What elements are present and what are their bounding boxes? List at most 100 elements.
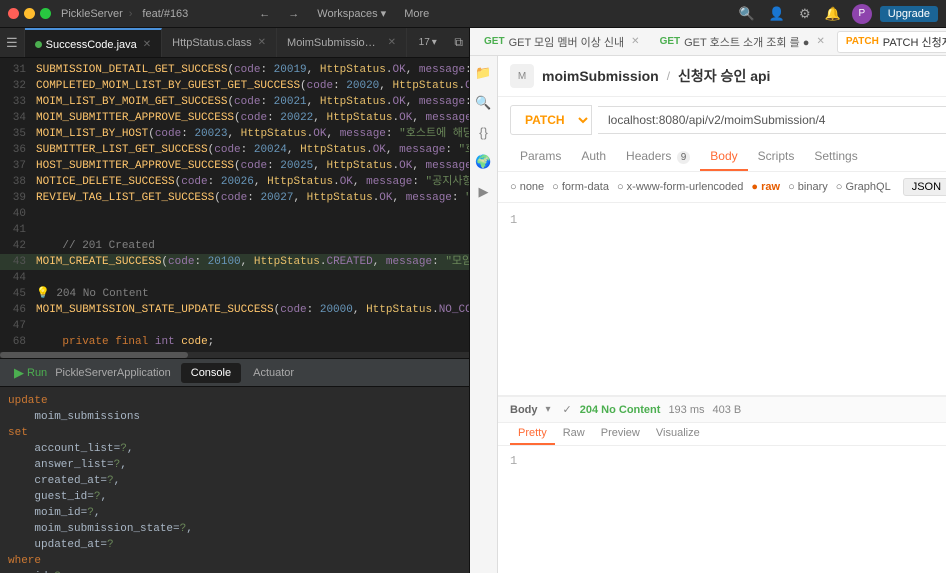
body-raw-option[interactable]: ● raw	[751, 181, 780, 193]
minimize-window-icon[interactable]	[24, 8, 35, 19]
body-format-select[interactable]: JSON	[903, 178, 946, 196]
request-title-area: M moimSubmission / 신청자 승인 api	[510, 64, 770, 88]
code-line: 31 SUBMISSION_DETAIL_GET_SUCCESS(code: 2…	[0, 62, 469, 78]
method-select[interactable]: PATCH	[510, 105, 592, 135]
back-button[interactable]: ←	[254, 6, 275, 22]
resp-tab-preview[interactable]: Preview	[593, 423, 648, 445]
split-editor-icon[interactable]: ⧉	[454, 35, 463, 50]
body-form-data-option[interactable]: ○ form-data	[552, 181, 609, 193]
resp-tab-pretty[interactable]: Pretty	[510, 423, 555, 445]
code-line: 41	[0, 222, 469, 238]
request-name: 신청자 승인 api	[678, 66, 770, 86]
tab-close-icon[interactable]: ✕	[388, 37, 396, 48]
url-input[interactable]	[598, 106, 946, 134]
pm-tab-patch[interactable]: PATCH PATCH 신청자 승인 ● ✕	[837, 31, 946, 53]
run-button[interactable]: ▶ Run	[8, 365, 53, 381]
tab-success-code[interactable]: SuccessCode.java ✕	[25, 28, 163, 57]
sql-line: set	[8, 425, 461, 441]
body-options: ○ none ○ form-data ○ x-www-form-urlencod…	[498, 172, 946, 203]
tab-http-status[interactable]: HttpStatus.class ✕	[162, 28, 277, 57]
bottom-panel: ▶ Run PickleServerApplication Console Ac…	[0, 358, 469, 573]
tab-actuator[interactable]: Actuator	[243, 363, 304, 383]
tab-params[interactable]: Params	[510, 143, 571, 171]
tab-close-icon[interactable]: ✕	[816, 36, 824, 47]
close-window-icon[interactable]	[8, 8, 19, 19]
ide-tab-bar: ☰ SuccessCode.java ✕ HttpStatus.class ✕ …	[0, 28, 469, 58]
more-tabs-button[interactable]: 17 ▾	[411, 28, 445, 57]
user-icon[interactable]: 👤	[766, 6, 788, 22]
more-button[interactable]: More	[399, 6, 434, 22]
sql-line: id=?	[8, 569, 461, 573]
url-bar: PATCH Send ▾	[510, 105, 946, 135]
response-check-icon: ✓	[563, 403, 572, 416]
postman-area: GET GET 모임 멤버 이상 신내 ✕ GET GET 호스트 소개 조회 …	[470, 28, 946, 573]
sql-line: update	[8, 393, 461, 409]
resp-tab-visualize[interactable]: Visualize	[648, 423, 708, 445]
ide-sidebar-toggle[interactable]: ☰	[0, 28, 25, 57]
resp-tab-raw[interactable]: Raw	[555, 423, 593, 445]
tab-headers[interactable]: Headers 9	[616, 143, 700, 171]
tab-close-icon[interactable]: ✕	[631, 36, 639, 47]
sql-line: updated_at=?	[8, 537, 461, 553]
file-modified-indicator	[35, 41, 42, 48]
status-badge: 204 No Content	[580, 404, 661, 416]
search-icon[interactable]: 🔍	[472, 92, 494, 114]
runner-icon[interactable]: ▶	[476, 181, 492, 203]
sql-line: answer_list=?,	[8, 457, 461, 473]
response-size: 403 B	[713, 404, 742, 416]
collection-icon[interactable]: 📁	[472, 62, 494, 84]
tab-body[interactable]: Body	[700, 143, 747, 171]
maximize-window-icon[interactable]	[40, 8, 51, 19]
pm-tab-get1[interactable]: GET GET 모임 멤버 이상 신내 ✕	[476, 32, 648, 52]
tab-console[interactable]: Console	[181, 363, 241, 383]
bell-icon[interactable]: 🔔	[822, 6, 844, 22]
body-graphql-option[interactable]: ○ GraphQL	[836, 181, 891, 193]
tab-close-icon[interactable]: ✕	[143, 39, 151, 50]
sql-line: where	[8, 553, 461, 569]
code-line: 37 HOST_SUBMITTER_APPROVE_SUCCESS(code: …	[0, 158, 469, 174]
branch-name: feat/#163	[142, 8, 188, 20]
console-output: update moim_submissions set account_list…	[0, 387, 469, 573]
code-line: 40	[0, 206, 469, 222]
tab-close-icon[interactable]: ✕	[258, 37, 266, 48]
sql-line: moim_submission_state=?,	[8, 521, 461, 537]
response-arrow: ▾	[546, 404, 551, 415]
bottom-tab-bar: ▶ Run PickleServerApplication Console Ac…	[0, 359, 469, 387]
code-line: 44	[0, 270, 469, 286]
horizontal-scrollbar[interactable]	[0, 352, 469, 358]
request-body-editor[interactable]: 1	[498, 203, 946, 396]
response-line-number: 1	[510, 454, 530, 468]
settings-icon[interactable]: ⚙	[796, 6, 814, 22]
response-area: Body ▾ ✓ 204 No Content 193 ms 403 B 💾 S…	[498, 396, 946, 573]
tab-settings[interactable]: Settings	[804, 143, 867, 171]
request-tabs: Params Auth Headers 9 Body Scripts Setti…	[498, 143, 946, 172]
tab-moim-service[interactable]: MoimSubmissionCommandServic... ✕	[277, 28, 407, 57]
code-line: 39 REVIEW_TAG_LIST_GET_SUCCESS(code: 200…	[0, 190, 469, 206]
upgrade-button[interactable]: Upgrade	[880, 6, 938, 22]
avatar-icon[interactable]: P	[852, 4, 872, 24]
body-none-option[interactable]: ○ none	[510, 181, 544, 193]
body-binary-option[interactable]: ○ binary	[788, 181, 828, 193]
code-content: 31 SUBMISSION_DETAIL_GET_SUCCESS(code: 2…	[0, 58, 469, 358]
top-bar: PickleServer › feat/#163 ← → Workspaces …	[0, 0, 946, 28]
scrollbar-thumb	[0, 352, 188, 358]
app-run-label: PickleServerApplication	[55, 367, 171, 379]
forward-button[interactable]: →	[283, 6, 304, 22]
tab-scripts[interactable]: Scripts	[748, 143, 805, 171]
variable-icon[interactable]: {}	[476, 122, 491, 143]
pm-tab-get2[interactable]: GET GET 호스트 소개 조회 를 ● ✕	[652, 32, 833, 52]
env-icon[interactable]: 🌍	[472, 151, 494, 173]
code-editor[interactable]: 31 SUBMISSION_DETAIL_GET_SUCCESS(code: 2…	[0, 58, 469, 358]
workspaces-button[interactable]: Workspaces ▾	[312, 5, 391, 22]
tab-auth[interactable]: Auth	[571, 143, 616, 171]
response-time: 193 ms	[668, 404, 704, 416]
pm-content-row: 📁 🔍 {} 🌍 ▶ M moimSubmission / 신청자 승인 api	[470, 56, 946, 573]
sql-line: account_list=?,	[8, 441, 461, 457]
search-icon[interactable]: 🔍	[736, 6, 758, 22]
code-line: 34 MOIM_SUBMITTER_APPROVE_SUCCESS(code: …	[0, 110, 469, 126]
body-urlencoded-option[interactable]: ○ x-www-form-urlencoded	[617, 181, 743, 193]
code-line: 32 COMPLETED_MOIM_LIST_BY_GUEST_GET_SUCC…	[0, 78, 469, 94]
method-badge: GET	[660, 36, 681, 47]
ide-app-name: PickleServer	[61, 8, 123, 20]
traffic-lights	[8, 8, 51, 19]
